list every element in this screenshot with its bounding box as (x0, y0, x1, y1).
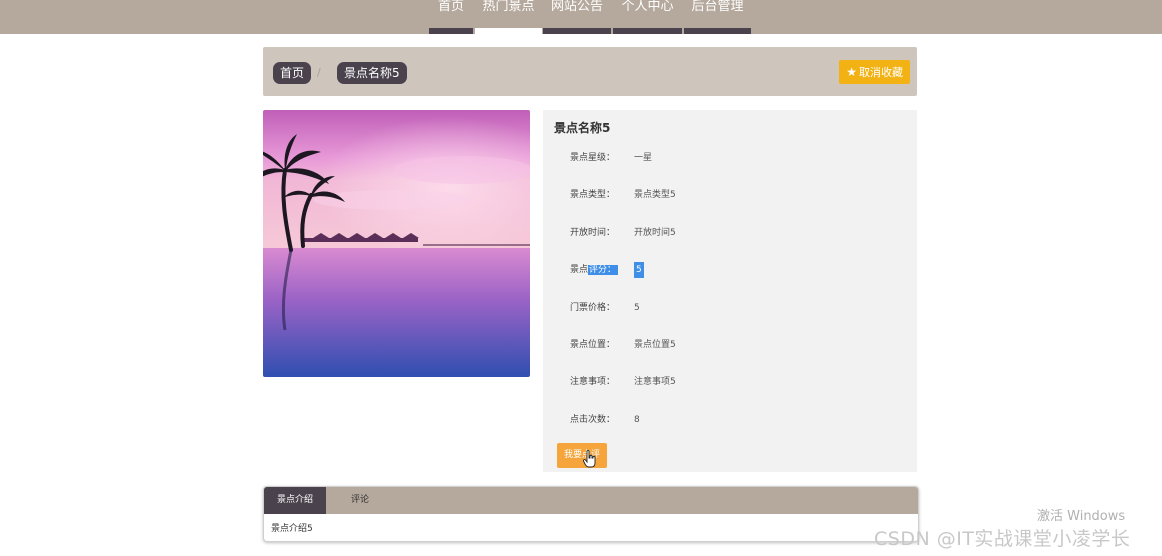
star-icon: ★ (846, 65, 857, 79)
top-nav: 首页 热门景点 网站公告 个人中心 后台管理 (0, 0, 1162, 34)
field-value: 景点位置5 (634, 340, 676, 350)
nav-item-label: 热门景点 (482, 0, 535, 14)
field-value: 一星 (634, 153, 653, 163)
field-value: 5 (634, 262, 644, 278)
field-star-level: 景点星级： 一星 (570, 150, 900, 166)
field-notes: 注意事项： 注意事项5 (570, 374, 900, 390)
tab-introduction[interactable]: 景点介绍 (264, 487, 326, 514)
detail-panel: 景点名称5 景点星级： 一星 景点类型： 景点类型5 开放时间： 开放时间5 景… (543, 110, 917, 472)
nav-underline (684, 28, 751, 34)
nav-item-hot-spots[interactable]: 热门景点 (475, 0, 542, 34)
field-type: 景点类型： 景点类型5 (570, 187, 900, 203)
field-value: 注意事项5 (634, 377, 676, 387)
text-selection: 评分： (588, 265, 619, 275)
tab-comments[interactable]: 评论 (330, 487, 390, 514)
field-ticket-price: 门票价格： 5 (570, 300, 900, 316)
nav-underline (429, 28, 473, 34)
tab-content: 景点介绍5 (271, 524, 313, 534)
field-key: 门票价格： (570, 303, 616, 313)
field-value: 开放时间5 (634, 228, 676, 238)
nav-item-home[interactable]: 首页 (429, 0, 473, 34)
comment-button[interactable]: 我要点评 (557, 443, 607, 468)
field-key: 景点星级： (570, 153, 616, 163)
breadcrumb-home[interactable]: 首页 (273, 62, 312, 84)
field-rating: 景点评分： 5 (570, 262, 900, 278)
csdn-watermark: CSDN @IT实战课堂小凌学长 (874, 528, 1131, 550)
nav-underline (543, 28, 611, 34)
field-key: 注意事项： (570, 377, 616, 387)
nav-item-label: 网站公告 (550, 0, 603, 14)
scenic-photo-image (263, 110, 530, 377)
field-key: 景点类型： (570, 190, 616, 200)
field-open-time: 开放时间： 开放时间5 (570, 225, 900, 241)
nav-item-label: 后台管理 (691, 0, 744, 14)
breadcrumb-current: 景点名称5 (337, 62, 407, 84)
breadcrumb: 首页 / 景点名称5 ★ 取消收藏 (263, 47, 917, 96)
unfavorite-button[interactable]: ★ 取消收藏 (839, 60, 910, 84)
nav-item-label: 个人中心 (621, 0, 674, 14)
nav-item-announcements[interactable]: 网站公告 (543, 0, 611, 34)
nav-underline-active (475, 28, 542, 34)
field-value: 5 (634, 303, 640, 313)
tab-bar: 景点介绍 评论 (264, 487, 918, 514)
field-key: 景点位置： (570, 340, 616, 350)
nav-item-personal-center[interactable]: 个人中心 (613, 0, 682, 34)
detail-title: 景点名称5 (554, 121, 611, 135)
field-value: 景点类型5 (634, 190, 676, 200)
breadcrumb-separator: / (317, 66, 321, 79)
nav-item-admin[interactable]: 后台管理 (684, 0, 751, 34)
field-key: 开放时间： (570, 228, 616, 238)
nav-item-label: 首页 (437, 0, 464, 14)
hand-cursor-icon (583, 450, 596, 468)
info-tabs: 景点介绍 评论 景点介绍5 (263, 486, 919, 542)
windows-activation-watermark: 激活 Windows (1037, 509, 1126, 524)
unfavorite-button-label: 取消收藏 (859, 66, 903, 79)
field-value: 8 (634, 415, 640, 425)
field-click-count: 点击次数： 8 (570, 412, 900, 428)
field-key-prefix: 景点 (570, 265, 589, 275)
field-key: 点击次数： (570, 415, 616, 425)
nav-underline (613, 28, 682, 34)
field-location: 景点位置： 景点位置5 (570, 337, 900, 353)
scenic-photo (263, 110, 530, 377)
field-key: 景点评分： (570, 262, 619, 278)
